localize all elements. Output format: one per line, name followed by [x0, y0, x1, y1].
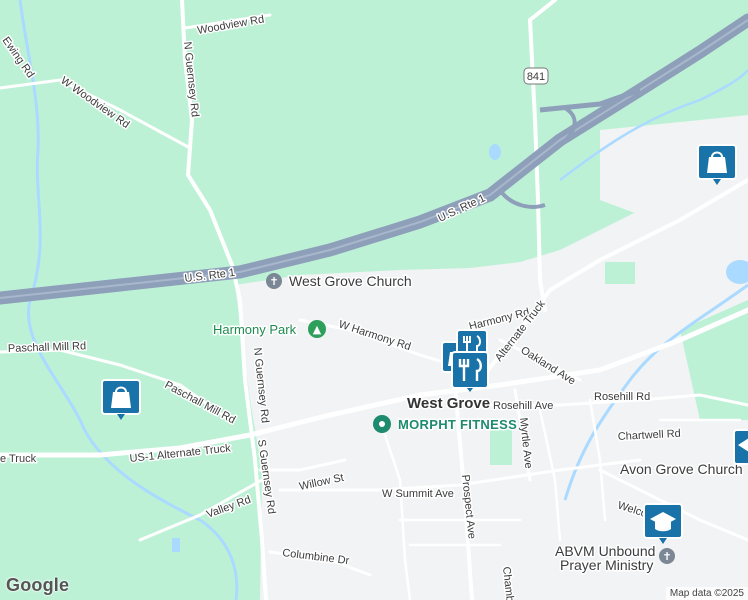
svg-text:✝: ✝ — [269, 275, 278, 288]
label-harmony-park: Harmony Park — [213, 322, 297, 337]
shopping-bag-icon[interactable] — [697, 144, 737, 185]
svg-text:841: 841 — [527, 71, 545, 83]
label-w-woodview-rd: W Woodview Rd — [58, 75, 131, 131]
label-e-truck: e Truck — [0, 453, 37, 465]
label-rosehill-ave: Rosehill Ave — [493, 400, 553, 412]
label-west-grove: West Grove — [407, 395, 490, 412]
label-woodview-rd: Woodview Rd — [196, 13, 265, 37]
map-canvas[interactable]: 841 Woodview Rd N Guernsey Rd Ewing Rd W… — [0, 0, 748, 600]
label-morpht-fitness: MORPHT FITNESS — [398, 417, 517, 432]
park-patch — [605, 262, 635, 284]
label-w-summit-ave: W Summit Ave — [382, 488, 454, 500]
road-841-top[interactable] — [528, 0, 557, 22]
route-841-shield: 841 — [523, 67, 549, 85]
label-west-grove-church: West Grove Church — [289, 273, 412, 289]
label-n-guernsey-rd-top: N Guernsey Rd — [181, 41, 201, 118]
svg-text:▲: ▲ — [313, 323, 322, 336]
restaurant-icon[interactable] — [451, 351, 489, 392]
label-abvm-line2: Prayer Ministry — [560, 557, 653, 573]
label-rosehill-rd: Rosehill Rd — [594, 391, 650, 403]
poi-avon-grove-church[interactable]: Avon Grove Church — [619, 460, 745, 479]
google-logo: Google — [6, 575, 70, 595]
school-icon[interactable] — [643, 503, 683, 544]
map-attribution[interactable]: Map data ©2025 — [665, 587, 748, 600]
school-icon[interactable] — [733, 429, 748, 465]
pond — [172, 538, 180, 552]
road-w-woodview[interactable] — [0, 78, 192, 150]
svg-text:✝: ✝ — [662, 550, 671, 563]
label-us-rte1-left: U.S. Rte 1 — [184, 267, 236, 285]
shopping-bag-icon[interactable] — [101, 379, 141, 420]
label-paschall-mill-rd-right: Paschall Mill Rd — [163, 379, 238, 426]
label-avon-grove-church: Avon Grove Church — [620, 461, 743, 477]
label-ewing-rd: Ewing Rd — [0, 35, 36, 80]
pond — [489, 144, 501, 160]
